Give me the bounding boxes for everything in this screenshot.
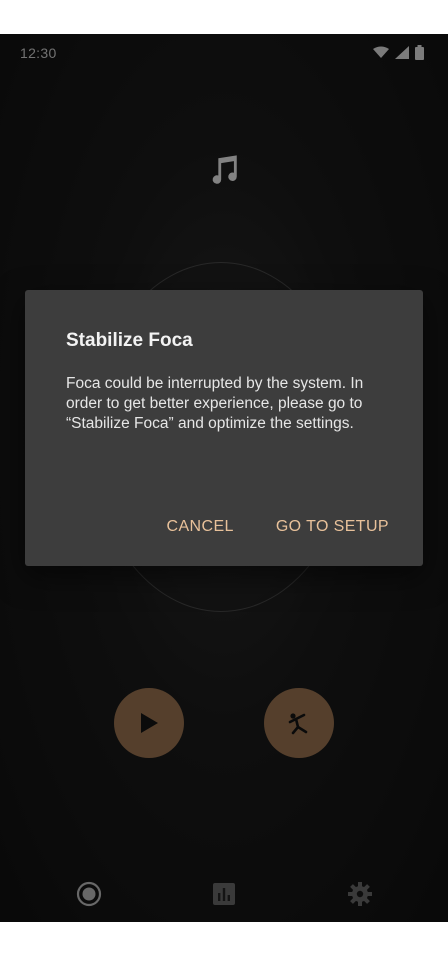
dialog-actions: CANCEL GO TO SETUP — [167, 518, 389, 536]
stabilize-dialog: Stabilize Foca Foca could be interrupted… — [25, 290, 423, 566]
go-to-setup-button[interactable]: GO TO SETUP — [276, 518, 389, 536]
cancel-button[interactable]: CANCEL — [167, 518, 234, 536]
app-screen: 12:30 Stabilize Foca Foca could be inter… — [0, 34, 448, 922]
dialog-title: Stabilize Foca — [66, 330, 193, 351]
dialog-message: Foca could be interrupted by the system.… — [66, 375, 364, 432]
